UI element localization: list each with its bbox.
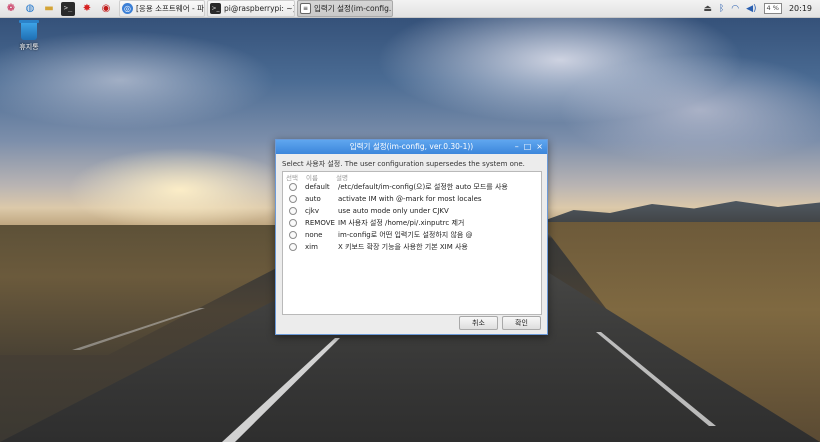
item-name: cjkv (305, 207, 319, 215)
terminal-icon[interactable]: >_ (61, 1, 75, 16)
dialog-title: 입력기 설정(im-config, ver.0.30-1)) (349, 142, 474, 151)
wifi-icon[interactable]: ◠ (731, 4, 739, 14)
list-item[interactable]: none im-config로 어떤 입력기도 설정하지 않음 @ (283, 229, 541, 241)
dialog-instruction: Select 사용자 설정. The user configuration su… (282, 160, 525, 168)
list-item[interactable]: default /etc/default/im-config(으)로 설정한 a… (283, 181, 541, 193)
trash-icon (19, 20, 39, 40)
cpu-usage-indicator[interactable]: 4 % (763, 3, 782, 14)
task-label: pi@raspberrypi: ~] (224, 4, 295, 13)
item-name: auto (305, 195, 321, 203)
wolfram-icon[interactable]: ◉ (99, 2, 113, 16)
radio-button[interactable] (289, 195, 297, 203)
task-software[interactable]: ◎ [응용 소프트웨어 - 파... (119, 0, 205, 17)
desktop-trash[interactable]: 휴지통 (13, 20, 45, 52)
dialog-titlebar[interactable]: 입력기 설정(im-config, ver.0.30-1)) – □ × (276, 140, 547, 154)
clock[interactable]: 20:19 (789, 4, 812, 13)
minimize-icon[interactable]: – (515, 140, 519, 154)
task-im-config[interactable]: ≡ 입력기 설정(im-config... (297, 0, 393, 17)
system-tray: ⏏ ᛒ ◠ ◀) 4 % 20:19 (703, 1, 812, 16)
raspberry-menu-icon[interactable]: ❁ (4, 2, 18, 16)
item-description: im-config로 어떤 입력기도 설정하지 않음 @ (338, 231, 473, 239)
file-manager-icon[interactable]: ▬ (42, 2, 56, 16)
radio-button[interactable] (289, 219, 297, 227)
im-config-dialog: 입력기 설정(im-config, ver.0.30-1)) – □ × Sel… (275, 139, 548, 335)
item-name: REMOVE (305, 219, 335, 227)
radio-button[interactable] (289, 243, 297, 251)
item-name: none (305, 231, 323, 239)
item-name: xim (305, 243, 318, 251)
task-terminal[interactable]: >_ pi@raspberrypi: ~] (207, 0, 295, 17)
item-description: IM 사용자 설정 /home/pi/.xinputrc 제거 (338, 219, 465, 227)
radio-button[interactable] (289, 231, 297, 239)
window-controls: – □ × (515, 140, 543, 154)
terminal-icon: >_ (210, 3, 221, 14)
column-header-select[interactable]: 선택 (286, 172, 306, 182)
trash-label: 휴지통 (19, 43, 39, 51)
task-label: [응용 소프트웨어 - 파... (136, 4, 205, 13)
task-label: 입력기 설정(im-config... (314, 4, 393, 13)
close-icon[interactable]: × (536, 140, 543, 154)
item-description: X 키보드 확장 기능을 사용한 기본 XIM 사용 (338, 243, 468, 251)
taskbar: ❁ ◍ ▬ >_ ✸ ◉ ◎ [응용 소프트웨어 - 파... >_ pi@ra… (0, 0, 820, 18)
column-header-desc[interactable]: 설명 (336, 172, 348, 182)
item-name: default (305, 183, 330, 191)
item-description: /etc/default/im-config(으)로 설정한 auto 모드를 … (338, 183, 508, 191)
item-description: use auto mode only under CJKV (338, 207, 449, 215)
window-icon: ≡ (300, 3, 311, 14)
ok-button[interactable]: 확인 (502, 316, 541, 330)
maximize-icon[interactable]: □ (524, 140, 532, 154)
mathematica-icon[interactable]: ✸ (80, 2, 94, 16)
im-selection-list: 선택 이름 설명 default /etc/default/im-config(… (282, 171, 542, 315)
eject-icon[interactable]: ⏏ (703, 4, 712, 14)
column-header-name[interactable]: 이름 (306, 172, 336, 182)
dialog-buttons: 취소 확인 (459, 316, 541, 330)
radio-button[interactable] (289, 207, 297, 215)
list-item[interactable]: cjkv use auto mode only under CJKV (283, 205, 541, 217)
item-description: activate IM with @-mark for most locales (338, 195, 482, 203)
bluetooth-icon[interactable]: ᛒ (719, 4, 724, 14)
list-item[interactable]: auto activate IM with @-mark for most lo… (283, 193, 541, 205)
list-header: 선택 이름 설명 (283, 172, 541, 182)
radio-button[interactable] (289, 183, 297, 191)
volume-icon[interactable]: ◀) (746, 4, 756, 14)
chromium-icon: ◎ (122, 3, 133, 14)
list-item[interactable]: REMOVE IM 사용자 설정 /home/pi/.xinputrc 제거 (283, 217, 541, 229)
cancel-button[interactable]: 취소 (459, 316, 498, 330)
list-item[interactable]: xim X 키보드 확장 기능을 사용한 기본 XIM 사용 (283, 241, 541, 253)
web-browser-icon[interactable]: ◍ (23, 2, 37, 16)
